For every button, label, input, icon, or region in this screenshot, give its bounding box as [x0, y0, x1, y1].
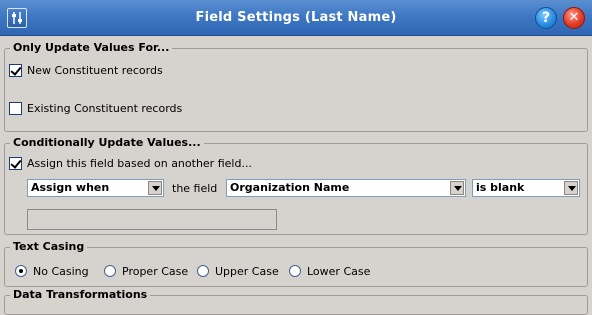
title-bar: Field Settings (Last Name) ? ✕: [0, 0, 592, 36]
field-select-value: Organization Name: [230, 181, 350, 194]
condition-value-input[interactable]: [27, 209, 277, 230]
radio-proper-case[interactable]: [104, 265, 116, 277]
radio-label-proper-case: Proper Case: [122, 265, 189, 278]
radio-no-casing[interactable]: [15, 265, 27, 277]
chevron-down-icon[interactable]: [450, 181, 464, 195]
window-title: Field Settings (Last Name): [195, 10, 397, 25]
text-casing-legend: Text Casing: [10, 240, 88, 253]
assign-field-checkbox[interactable]: [9, 157, 22, 170]
existing-records-checkbox[interactable]: [9, 102, 22, 115]
new-records-label: New Constituent records: [27, 64, 163, 77]
chevron-down-icon[interactable]: [564, 181, 578, 195]
radio-upper-case[interactable]: [197, 265, 209, 277]
condition-select-value: is blank: [476, 181, 525, 194]
data-transformations-legend: Data Transformations: [10, 288, 151, 301]
radio-lower-case[interactable]: [289, 265, 301, 277]
radio-label-no-casing: No Casing: [33, 265, 89, 278]
radio-label-upper-case: Upper Case: [215, 265, 279, 278]
only-update-legend: Only Update Values For...: [10, 41, 173, 54]
the-field-label: the field: [172, 182, 218, 195]
help-button[interactable]: ?: [535, 7, 557, 29]
existing-records-label: Existing Constituent records: [27, 102, 183, 115]
radio-label-lower-case: Lower Case: [307, 265, 371, 278]
chevron-down-icon[interactable]: [148, 181, 162, 195]
close-button[interactable]: ✕: [563, 7, 585, 29]
assign-when-value: Assign when: [31, 181, 110, 194]
assign-field-label: Assign this field based on another field…: [27, 157, 252, 170]
only-update-group: Only Update Values For... New Constituen…: [4, 41, 588, 132]
text-casing-group: Text Casing No Casing Proper Case Upper …: [4, 240, 588, 287]
conditional-legend: Conditionally Update Values...: [10, 136, 204, 149]
new-records-checkbox[interactable]: [9, 64, 22, 77]
field-select[interactable]: Organization Name: [226, 179, 466, 197]
assign-when-select[interactable]: Assign when: [27, 179, 164, 197]
conditional-group: Conditionally Update Values... Assign th…: [4, 136, 588, 235]
condition-select[interactable]: is blank: [472, 179, 580, 197]
data-transformations-group: Data Transformations: [4, 288, 588, 315]
